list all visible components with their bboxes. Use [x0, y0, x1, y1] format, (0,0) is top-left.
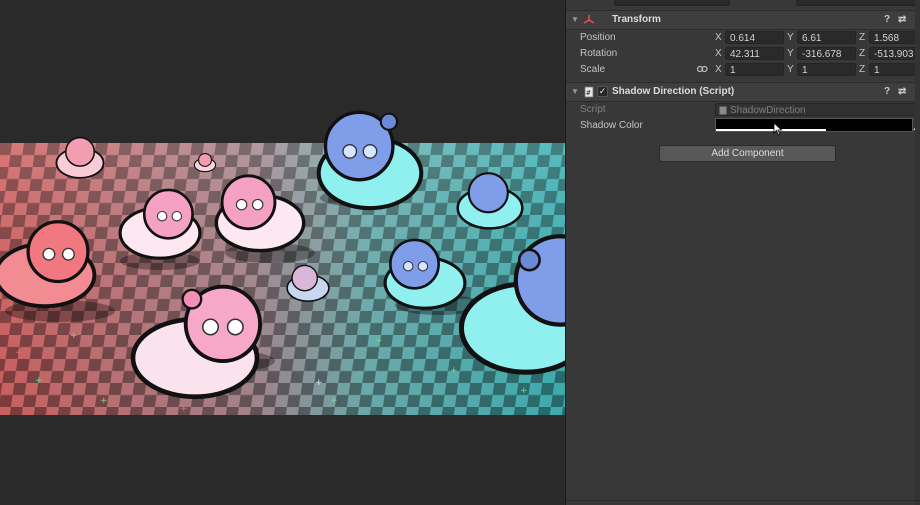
- inspector-top-strip: [566, 0, 920, 8]
- position-x-axis-label[interactable]: X: [715, 32, 722, 43]
- position-y-axis-label[interactable]: Y: [787, 32, 794, 43]
- component-enabled-checkbox[interactable]: ✓: [597, 86, 608, 97]
- shadow-color-label: Shadow Color: [580, 120, 643, 131]
- scale-z-field[interactable]: 1: [869, 63, 920, 76]
- svg-text:+: +: [35, 376, 43, 386]
- position-z-axis-label[interactable]: Z: [859, 32, 865, 43]
- help-icon[interactable]: ?: [884, 86, 890, 97]
- position-x-field[interactable]: 0.614: [725, 31, 784, 44]
- rotation-x-axis-label[interactable]: X: [715, 48, 722, 59]
- transform-title: Transform: [612, 14, 661, 25]
- shadow-direction-title: Shadow Direction (Script): [612, 86, 735, 97]
- inspector-bottom-divider: [566, 500, 920, 501]
- scene-view[interactable]: +++ +++ +++ ++ ++: [0, 0, 565, 505]
- script-asset-icon: [719, 106, 727, 115]
- transform-header[interactable]: ▼ Transform ? ⇄ ⋮: [566, 10, 920, 30]
- link-icon[interactable]: [697, 64, 708, 74]
- rotation-y-field[interactable]: -316.678: [797, 47, 856, 60]
- script-icon: #: [584, 86, 594, 98]
- transform-icon: [583, 15, 595, 24]
- rotation-y-axis-label[interactable]: Y: [787, 48, 794, 59]
- shadow-color-field[interactable]: [715, 118, 913, 132]
- svg-text:+: +: [70, 331, 78, 341]
- position-label: Position: [580, 32, 616, 43]
- add-component-button[interactable]: Add Component: [659, 145, 836, 162]
- scale-y-field[interactable]: 1: [797, 63, 856, 76]
- shadow-color-alpha-bar: [716, 129, 826, 131]
- svg-text:+: +: [450, 366, 458, 376]
- rotation-z-field[interactable]: -513.903: [869, 47, 920, 60]
- svg-text:+: +: [180, 404, 188, 414]
- svg-text:+: +: [375, 336, 383, 346]
- svg-text:+: +: [100, 396, 108, 406]
- position-z-field[interactable]: 1.568: [869, 31, 920, 44]
- script-object-field: ShadowDirection: [715, 103, 920, 116]
- scale-x-field[interactable]: 1: [725, 63, 784, 76]
- position-y-field[interactable]: 6.61: [797, 31, 856, 44]
- foldout-arrow-icon[interactable]: ▼: [571, 87, 579, 96]
- svg-text:+: +: [15, 348, 23, 358]
- rotation-z-axis-label[interactable]: Z: [859, 48, 865, 59]
- help-icon[interactable]: ?: [884, 14, 890, 25]
- svg-text:+: +: [520, 386, 528, 396]
- layer-dropdown[interactable]: [796, 0, 918, 6]
- svg-text:+: +: [315, 378, 323, 388]
- cyan-creature-big[interactable]: [316, 110, 424, 211]
- script-value: ShadowDirection: [730, 105, 806, 116]
- scale-label: Scale: [580, 64, 606, 75]
- foldout-arrow-icon[interactable]: ▼: [571, 15, 579, 24]
- preset-settings-icon[interactable]: ⇄: [898, 14, 906, 25]
- scale-y-axis-label[interactable]: Y: [787, 64, 794, 75]
- script-label: Script: [580, 104, 606, 115]
- preset-settings-icon[interactable]: ⇄: [898, 86, 906, 97]
- tag-dropdown[interactable]: [614, 0, 730, 6]
- inspector-panel: ▼ Transform ? ⇄ ⋮ Position X 0.614 Y 6.6…: [565, 0, 920, 505]
- svg-text:+: +: [330, 396, 338, 406]
- scale-z-axis-label[interactable]: Z: [859, 64, 865, 75]
- shadow-direction-header[interactable]: ▼ # ✓ Shadow Direction (Script) ? ⇄ ⋮: [566, 82, 920, 102]
- rotation-label: Rotation: [580, 48, 618, 59]
- inspector-scrollbar[interactable]: [915, 0, 920, 505]
- scale-x-axis-label[interactable]: X: [715, 64, 722, 75]
- scene-viewport[interactable]: +++ +++ +++ ++ ++: [0, 93, 565, 415]
- mouse-cursor-icon: [773, 122, 783, 136]
- rotation-x-field[interactable]: 42.311: [725, 47, 784, 60]
